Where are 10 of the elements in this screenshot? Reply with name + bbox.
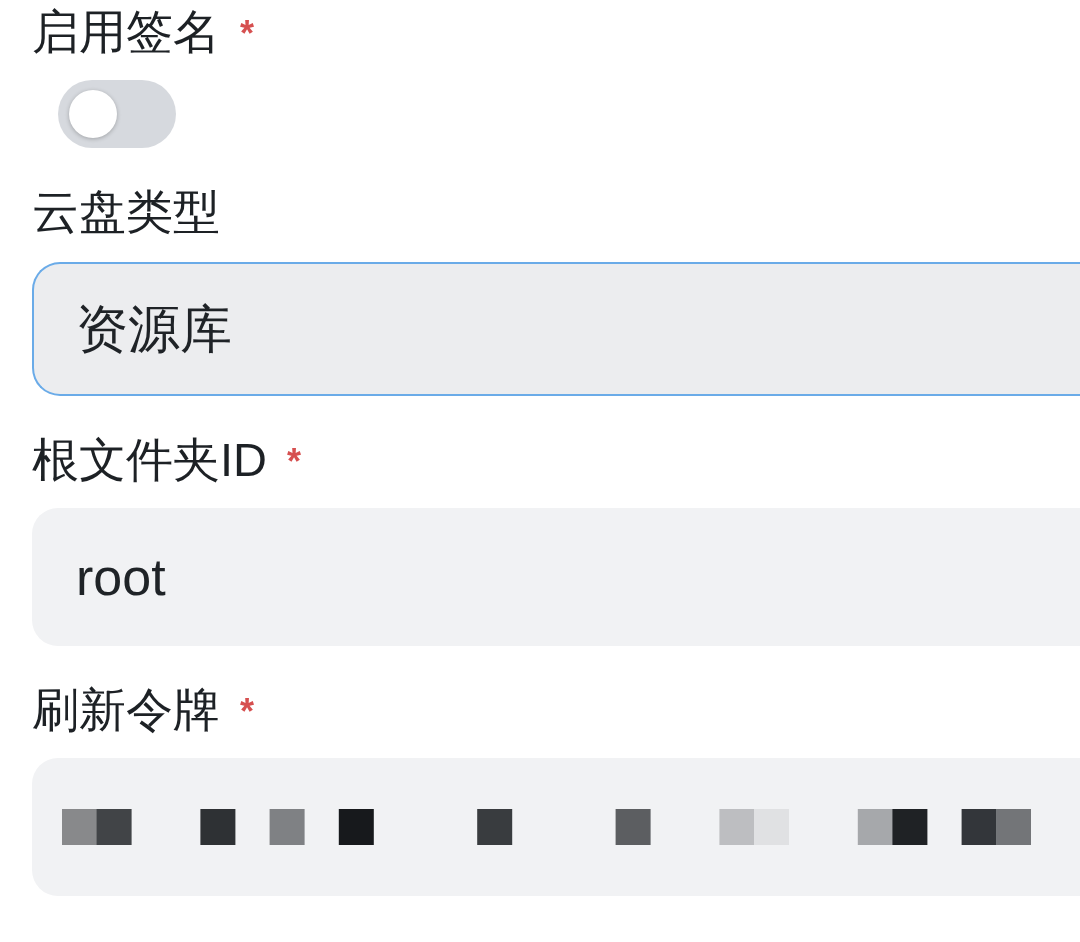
text-input[interactable]: root xyxy=(32,508,1080,646)
required-mark: * xyxy=(287,444,301,480)
required-mark: * xyxy=(240,694,254,730)
field-label: 启用签名 xyxy=(32,4,220,60)
required-mark: * xyxy=(240,16,254,52)
field-label: 根文件夹ID xyxy=(32,432,267,488)
field-label: 云盘类型 xyxy=(32,184,220,240)
select-field[interactable]: 资源库 xyxy=(32,262,1080,396)
text-input[interactable] xyxy=(32,758,1080,896)
field-label: 刷新令牌 xyxy=(32,682,220,738)
